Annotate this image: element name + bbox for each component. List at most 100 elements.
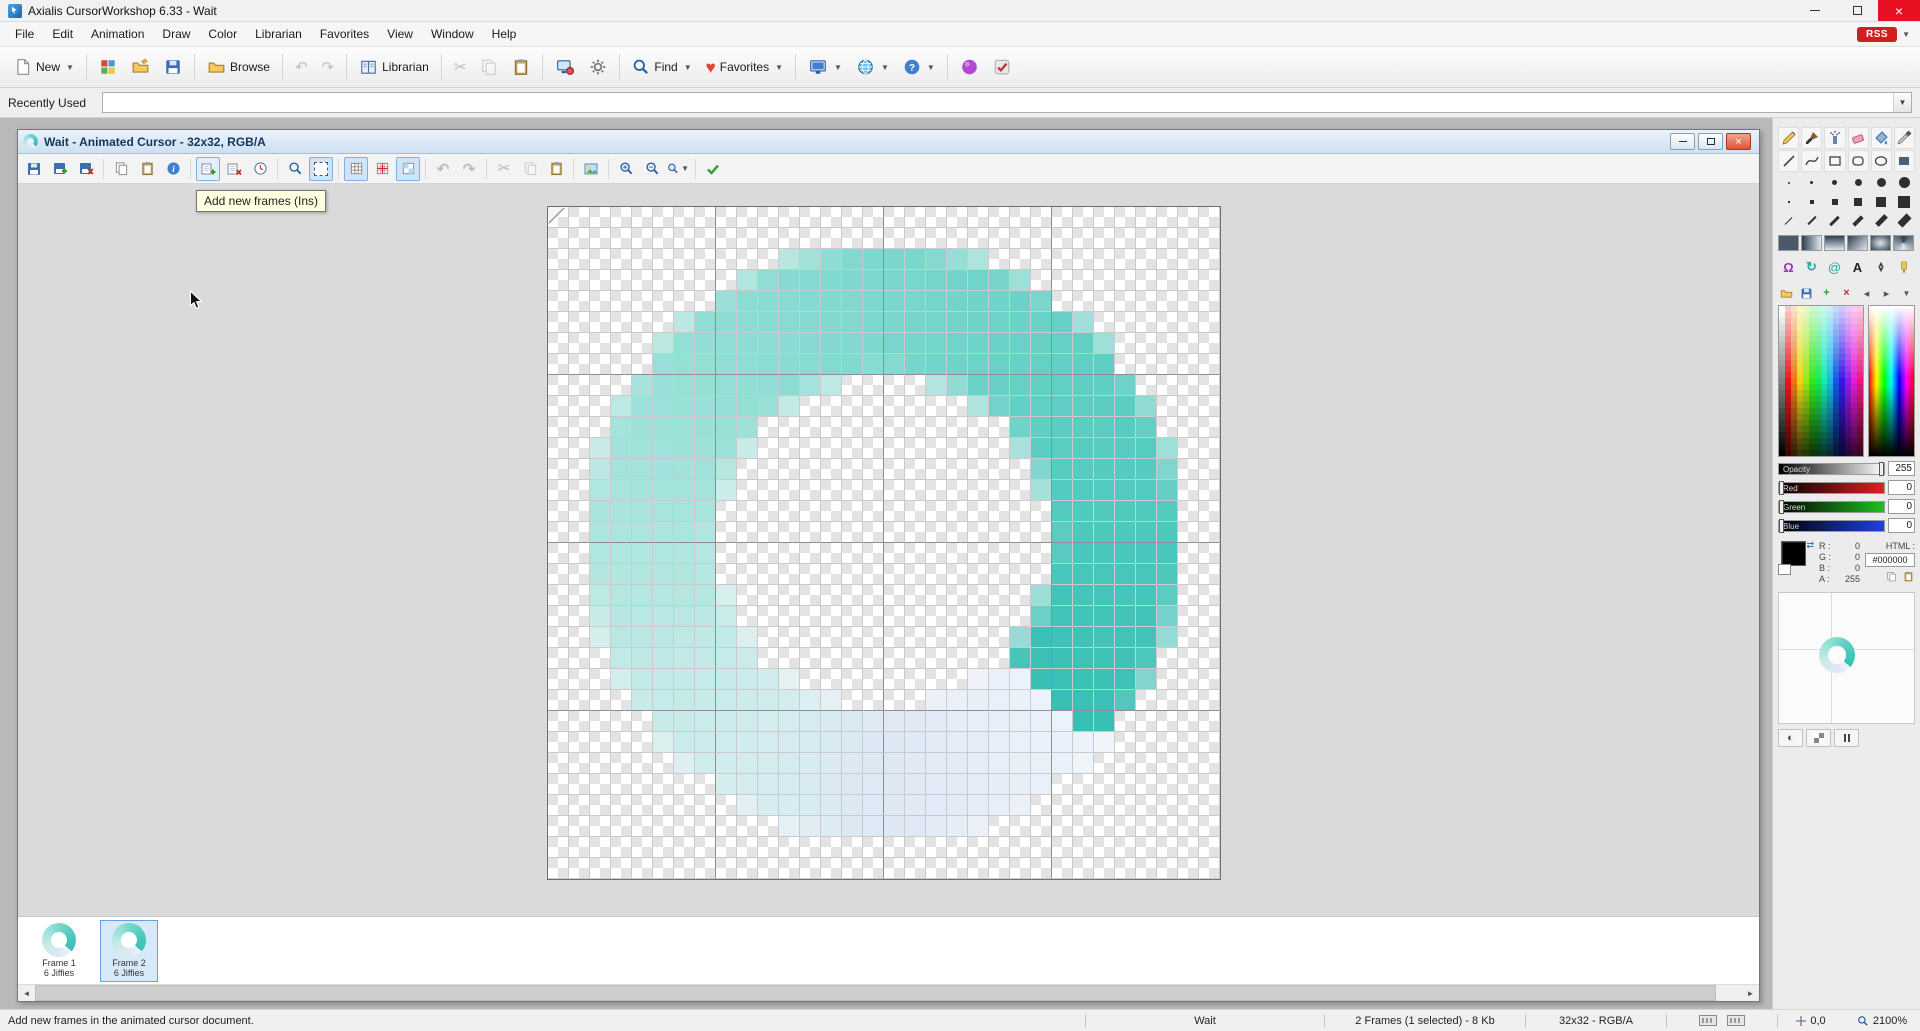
pixel-cell[interactable]: [905, 753, 926, 774]
pixel-cell[interactable]: [905, 606, 926, 627]
pixel-cell[interactable]: [1136, 774, 1157, 795]
pixel-cell[interactable]: [632, 690, 653, 711]
pixel-cell[interactable]: [1052, 669, 1073, 690]
paste-html-button[interactable]: [1902, 570, 1915, 583]
pixel-cell[interactable]: [779, 396, 800, 417]
pixel-cell[interactable]: [821, 627, 842, 648]
pixel-cell[interactable]: [1010, 522, 1031, 543]
rectangle-tool-button[interactable]: [1824, 150, 1845, 172]
brush-size-button[interactable]: [1848, 212, 1869, 229]
pixel-cell[interactable]: [1094, 291, 1115, 312]
pixel-cell[interactable]: [737, 648, 758, 669]
pixel-cell[interactable]: [1199, 858, 1220, 879]
pixel-cell[interactable]: [863, 459, 884, 480]
pixel-cell[interactable]: [779, 501, 800, 522]
pixel-cell[interactable]: [947, 480, 968, 501]
pixel-cell[interactable]: [590, 732, 611, 753]
screen-view-button[interactable]: ▼: [802, 52, 848, 82]
pixel-cell[interactable]: [821, 585, 842, 606]
color-palette-grid[interactable]: [1778, 305, 1864, 457]
pixel-cell[interactable]: [716, 816, 737, 837]
pixel-cell[interactable]: [695, 627, 716, 648]
pixel-cell[interactable]: [632, 585, 653, 606]
pencil-tool-button[interactable]: [1778, 127, 1799, 149]
pixel-cell[interactable]: [1136, 480, 1157, 501]
pixel-cell[interactable]: [632, 837, 653, 858]
pixel-cell[interactable]: [674, 711, 695, 732]
pixel-cell[interactable]: [1010, 207, 1031, 228]
pixel-cell[interactable]: [653, 417, 674, 438]
pixel-cell[interactable]: [611, 627, 632, 648]
save-button[interactable]: [158, 52, 188, 82]
document-title-bar[interactable]: Wait - Animated Cursor - 32x32, RGB/A ×: [18, 130, 1759, 154]
pixel-cell[interactable]: [611, 312, 632, 333]
pixel-cell[interactable]: [989, 207, 1010, 228]
pixel-cell[interactable]: [1178, 249, 1199, 270]
pixel-cell[interactable]: [1115, 606, 1136, 627]
pixel-cell[interactable]: [569, 312, 590, 333]
pixel-cell[interactable]: [947, 375, 968, 396]
pixel-cell[interactable]: [716, 858, 737, 879]
pixel-cell[interactable]: [611, 522, 632, 543]
doc-save-button[interactable]: [22, 157, 46, 181]
pixel-cell[interactable]: [1052, 480, 1073, 501]
pixel-cell[interactable]: [1073, 690, 1094, 711]
browse-button[interactable]: Browse: [201, 52, 276, 82]
green-thumb[interactable]: [1779, 500, 1784, 514]
pixel-cell[interactable]: [611, 564, 632, 585]
pixel-cell[interactable]: [947, 459, 968, 480]
pixel-cell[interactable]: [1178, 711, 1199, 732]
marker-tool-button[interactable]: [1893, 257, 1914, 277]
recently-used-input[interactable]: [103, 93, 1893, 112]
pixel-cell[interactable]: [653, 312, 674, 333]
pixel-cell[interactable]: [1199, 396, 1220, 417]
pixel-cell[interactable]: [653, 459, 674, 480]
pixel-cell[interactable]: [863, 333, 884, 354]
brush-size-button[interactable]: [1778, 212, 1799, 229]
pixel-cell[interactable]: [569, 690, 590, 711]
pixel-cell[interactable]: [947, 228, 968, 249]
show-major-grid-button[interactable]: [370, 157, 394, 181]
pixel-cell[interactable]: [632, 858, 653, 879]
pixel-cell[interactable]: [1157, 459, 1178, 480]
pixel-cell[interactable]: [674, 459, 695, 480]
pixel-cell[interactable]: [590, 207, 611, 228]
palette-menu-button[interactable]: ▼: [1898, 285, 1915, 301]
pixel-cell[interactable]: [737, 291, 758, 312]
pixel-cell[interactable]: [1157, 438, 1178, 459]
pixel-cell[interactable]: [863, 522, 884, 543]
pixel-cell[interactable]: [863, 585, 884, 606]
pixel-cell[interactable]: [1115, 249, 1136, 270]
pixel-cell[interactable]: [926, 333, 947, 354]
pixel-cell[interactable]: [1094, 417, 1115, 438]
pixel-cell[interactable]: [758, 417, 779, 438]
pixel-cell[interactable]: [569, 375, 590, 396]
pixel-cell[interactable]: [569, 270, 590, 291]
pixel-cell[interactable]: [653, 690, 674, 711]
pixel-cell[interactable]: [905, 438, 926, 459]
pixel-cell[interactable]: [884, 333, 905, 354]
pixel-cell[interactable]: [800, 354, 821, 375]
pixel-cell[interactable]: [611, 501, 632, 522]
pixel-cell[interactable]: [800, 585, 821, 606]
pixel-cell[interactable]: [1073, 438, 1094, 459]
pixel-cell[interactable]: [695, 732, 716, 753]
pixel-cell[interactable]: [1157, 207, 1178, 228]
pixel-cell[interactable]: [905, 522, 926, 543]
pixel-cell[interactable]: [821, 732, 842, 753]
foreground-color-swatch[interactable]: [1781, 541, 1806, 566]
pixel-cell[interactable]: [863, 627, 884, 648]
blue-thumb[interactable]: [1779, 519, 1784, 533]
pixel-cell[interactable]: [1073, 774, 1094, 795]
pixel-cell[interactable]: [1073, 312, 1094, 333]
pixel-cell[interactable]: [590, 396, 611, 417]
pixel-cell[interactable]: [926, 228, 947, 249]
recently-used-combo[interactable]: ▼: [102, 92, 1912, 113]
pixel-cell[interactable]: [863, 291, 884, 312]
pixel-cell[interactable]: [821, 438, 842, 459]
pixel-cell[interactable]: [968, 795, 989, 816]
pixel-cell[interactable]: [716, 732, 737, 753]
pixel-cell[interactable]: [758, 795, 779, 816]
pixel-cell[interactable]: [758, 732, 779, 753]
menu-color[interactable]: Color: [199, 23, 246, 45]
